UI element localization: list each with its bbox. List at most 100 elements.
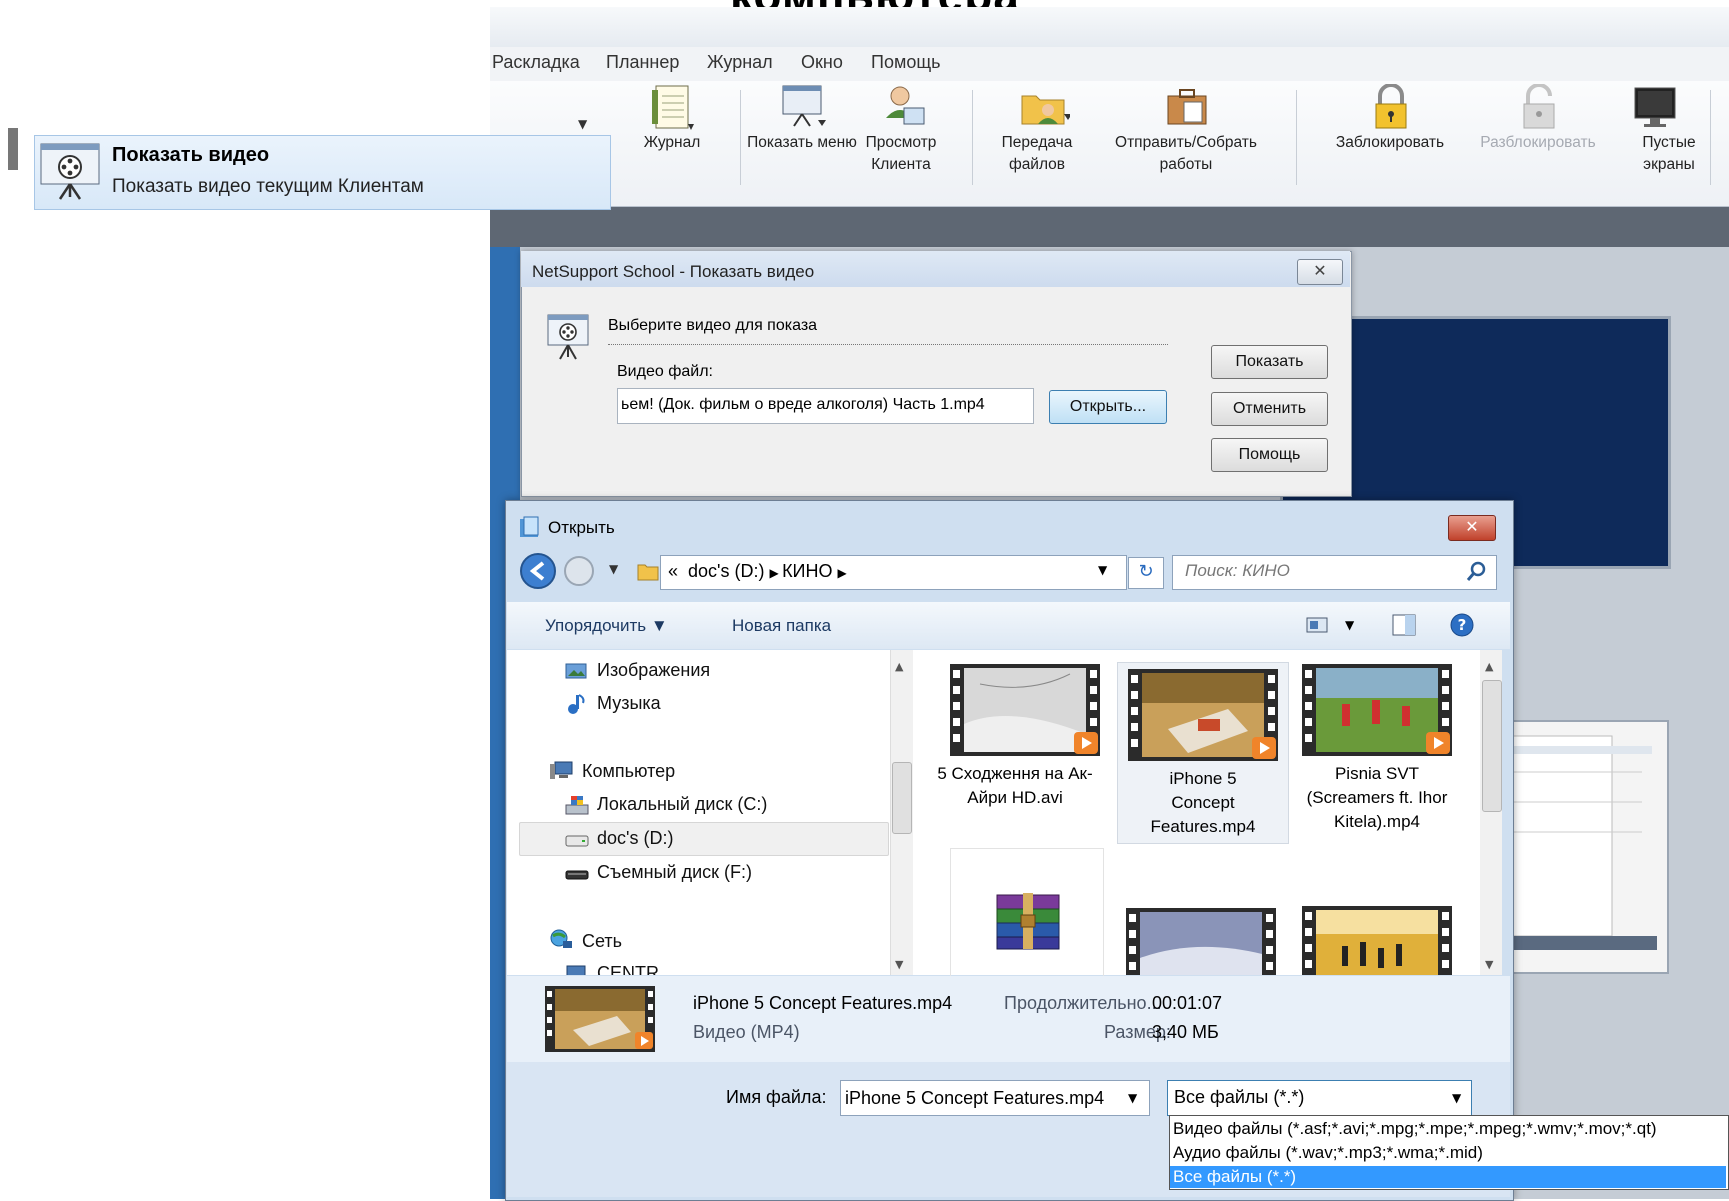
- nav-item-removable-f[interactable]: Съемный диск (F:): [597, 862, 752, 883]
- toolbar-file-transfer-button[interactable]: Передача файлов: [992, 84, 1092, 176]
- details-duration-label: Продолжительно...: [1004, 993, 1162, 1013]
- filename-label: Имя файла:: [726, 1087, 827, 1107]
- selected-file-thumbnail: [545, 986, 655, 1052]
- computer-icon: [549, 761, 573, 779]
- menu-help[interactable]: Помощь: [871, 52, 941, 73]
- title-strip: [490, 7, 1729, 47]
- open-dialog-title: Открыть: [548, 518, 615, 537]
- preview-pane-icon[interactable]: [1392, 614, 1416, 636]
- lock-icon: [1368, 83, 1412, 129]
- file-item-selected[interactable]: iPhone 5 Concept Features.mp4: [1117, 662, 1289, 844]
- filetype-option-audio[interactable]: Аудио файлы (*.wav;*.mp3;*.wma;*.mid): [1173, 1143, 1483, 1163]
- toolbar-show-menu-button[interactable]: Показать меню: [747, 84, 857, 154]
- show-video-icon: [38, 141, 104, 203]
- filetype-option-video[interactable]: Видео файлы (*.asf;*.avi;*.mpg;*.mpe;*.m…: [1173, 1119, 1657, 1139]
- toolbar-unlock-button: Разблокировать: [1468, 83, 1608, 154]
- toolbar-send-collect-label: Отправить/Собрать работы: [1115, 134, 1257, 173]
- menu-window[interactable]: Окно: [801, 52, 843, 73]
- video-file-label: Видео файл:: [617, 363, 713, 380]
- svg-text:?: ?: [1458, 616, 1467, 634]
- help-button[interactable]: Помощь: [1211, 438, 1328, 472]
- unlock-icon: [1516, 83, 1560, 129]
- organize-button[interactable]: Упорядочить ▼: [545, 616, 668, 636]
- archive-icon: [993, 891, 1063, 951]
- nav-item-docs-d[interactable]: doc's (D:): [597, 828, 673, 849]
- show-button[interactable]: Показать: [1211, 345, 1328, 379]
- scroll-down-icon[interactable]: ▼: [1485, 958, 1493, 971]
- show-presentation-icon: [780, 84, 826, 128]
- toolbar-file-transfer-label: Передача файлов: [1001, 134, 1073, 173]
- views-icon[interactable]: [1306, 616, 1328, 634]
- file-item[interactable]: 5 Сходження на Ак-Айри HD.avi: [937, 664, 1110, 810]
- menu-layout[interactable]: Раскладка: [492, 52, 580, 73]
- nav-item-pictures[interactable]: Изображения: [597, 660, 710, 681]
- breadcrumb-folder[interactable]: КИНО: [782, 561, 832, 581]
- file-transfer-icon: [1020, 84, 1072, 128]
- toolbar-journal-label: Журнал: [643, 134, 701, 151]
- open-file-button[interactable]: Открыть...: [1049, 390, 1167, 424]
- address-dropdown-icon[interactable]: ▼: [1098, 563, 1107, 577]
- video-thumbnail-icon[interactable]: [1302, 906, 1452, 975]
- toolbar-client-view-button[interactable]: Просмотр Клиента: [856, 84, 948, 176]
- cancel-button[interactable]: Отменить: [1211, 392, 1328, 426]
- filetype-value: Все файлы (*.*): [1174, 1087, 1305, 1107]
- refresh-icon[interactable]: ↻: [1128, 557, 1164, 589]
- journal-icon: [650, 84, 694, 130]
- address-overflow[interactable]: «: [668, 561, 678, 581]
- close-icon[interactable]: ✕: [1297, 259, 1343, 285]
- nav-scrollbar-thumb[interactable]: [892, 762, 912, 834]
- details-type: Видео (MP4): [693, 1022, 800, 1042]
- help-icon[interactable]: ?: [1450, 613, 1474, 637]
- close-icon[interactable]: ✕: [1448, 515, 1496, 541]
- scroll-up-icon[interactable]: ▲: [895, 660, 903, 673]
- send-collect-icon: [1164, 84, 1208, 128]
- video-thumbnail-icon: [1128, 669, 1278, 761]
- breadcrumb-drive[interactable]: doc's (D:): [688, 561, 764, 581]
- details-pane: [507, 976, 1510, 1062]
- details-filename: iPhone 5 Concept Features.mp4: [693, 993, 953, 1013]
- section-label: Выберите видео для показа: [608, 317, 818, 334]
- nav-item-network[interactable]: Сеть: [582, 931, 622, 952]
- removable-drive-icon: [565, 864, 589, 882]
- nav-item-computer[interactable]: Компьютер: [582, 761, 675, 782]
- back-arrow-icon[interactable]: [519, 552, 557, 590]
- history-dropdown-icon[interactable]: ▼: [609, 562, 618, 576]
- file-item[interactable]: [950, 848, 1104, 976]
- toolbar-dropdown-arrow[interactable]: ▼: [578, 117, 587, 131]
- filetype-option-all[interactable]: Все файлы (*.*): [1173, 1167, 1296, 1187]
- address-path: « doc's (D:) ▶ КИНО ▶: [668, 561, 847, 581]
- views-dropdown-icon[interactable]: ▼: [1345, 618, 1354, 632]
- details-size-value: 3,40 МБ: [1152, 1022, 1219, 1042]
- menu-journal[interactable]: Журнал: [707, 52, 773, 73]
- nav-item-centr: CENTR: [597, 963, 659, 975]
- pictures-icon: [565, 662, 587, 680]
- toolbar-send-collect-button[interactable]: Отправить/Собрать работы: [1098, 84, 1274, 176]
- callout-title: Показать видео: [112, 144, 270, 166]
- folder-icon: [637, 560, 659, 582]
- nav-item-local-disk-c[interactable]: Локальный диск (C:): [597, 794, 767, 815]
- video-thumbnail-icon[interactable]: [1126, 908, 1276, 975]
- nav-item-music[interactable]: Музыка: [597, 693, 661, 714]
- new-folder-button[interactable]: Новая папка: [732, 616, 831, 636]
- filetype-dropdown-icon[interactable]: ▼: [1452, 1091, 1461, 1105]
- scroll-down-icon[interactable]: ▼: [895, 958, 903, 971]
- file-name: iPhone 5 Concept Features.mp4: [1150, 769, 1256, 836]
- toolbar-blank-screen-label: Пустые экраны: [1642, 134, 1696, 173]
- scroll-up-icon[interactable]: ▲: [1485, 660, 1493, 673]
- menu-planner[interactable]: Планнер: [606, 52, 679, 73]
- toolbar-journal-button[interactable]: Журнал: [630, 84, 714, 154]
- open-dialog-icon: [518, 515, 542, 539]
- file-list-scrollbar-thumb[interactable]: [1482, 680, 1502, 812]
- filename-dropdown-icon[interactable]: ▼: [1128, 1091, 1137, 1105]
- video-file-value: ьем! (Док. фильм о вреде алкоголя) Часть…: [621, 396, 985, 413]
- video-thumbnail-icon: [1302, 664, 1452, 756]
- toolbar-blank-screen-button[interactable]: Пустые экраны: [1604, 84, 1704, 176]
- toolbar-lock-button[interactable]: Заблокировать: [1320, 83, 1460, 154]
- toolbar-unlock-label: Разблокировать: [1480, 134, 1596, 151]
- file-item[interactable]: Pisnia SVT (Screamers ft. Ihor Kitela).m…: [1292, 664, 1462, 834]
- search-icon[interactable]: [1466, 560, 1488, 582]
- toolbar-show-menu-label: Показать меню: [747, 134, 857, 151]
- nav-item-centr-row[interactable]: CENTR: [565, 962, 885, 975]
- blank-screen-icon: [1632, 84, 1676, 128]
- forward-arrow-icon[interactable]: [563, 555, 595, 587]
